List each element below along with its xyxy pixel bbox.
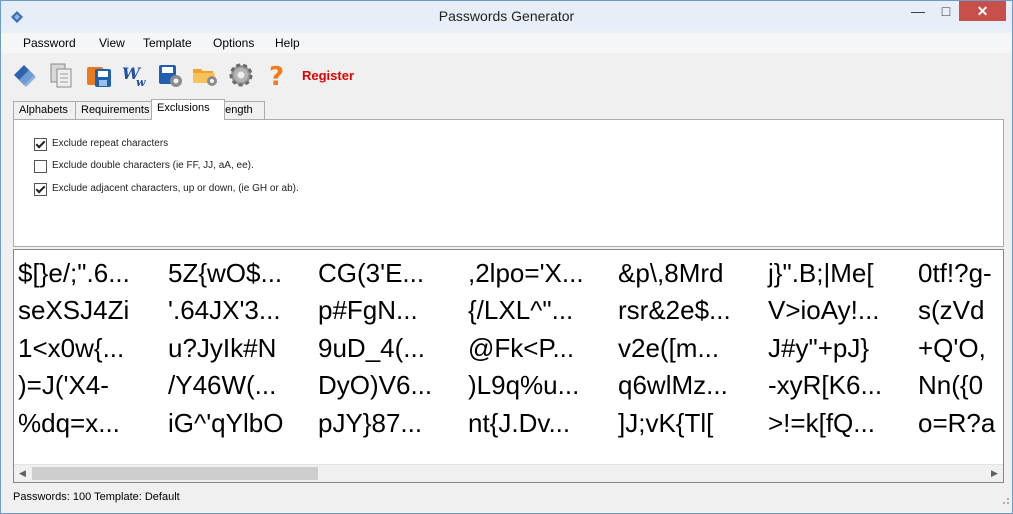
exclude-repeat-checkbox[interactable] — [34, 138, 47, 151]
password-cell: DyO)V6... — [318, 370, 433, 400]
password-cell: {/LXL^"... — [468, 295, 574, 325]
password-cell: 5Z{wO$... — [168, 258, 283, 288]
password-cell: $[}e/;".6... — [18, 258, 130, 288]
status-bar: Passwords: 100 Template: Default — [1, 487, 1012, 507]
password-cell: seXSJ4Zi — [18, 295, 130, 325]
maximize-button[interactable]: □ — [932, 1, 960, 21]
password-cell: rsr&2e$... — [618, 295, 731, 325]
toolbar: W w ? — [1, 55, 1012, 95]
exclude-repeat-label: Exclude repeat characters — [52, 138, 169, 149]
password-cell: @Fk<P... — [468, 333, 575, 363]
password-cell: %dq=x... — [18, 408, 120, 438]
save-icon[interactable] — [85, 61, 113, 89]
exclude-adjacent-label: Exclude adjacent characters, up or down,… — [52, 183, 299, 194]
tab-alphabets[interactable]: Alphabets — [13, 101, 77, 119]
password-cell: p#FgN... — [318, 295, 418, 325]
password-cell: CG(3'E... — [318, 258, 425, 288]
password-cell: 1<x0w{... — [18, 333, 125, 363]
password-cell: v2e([m... — [618, 333, 720, 363]
window-title: Passwords Generator — [438, 8, 575, 24]
password-cell: -xyR[K6... — [768, 370, 883, 400]
password-cell: V>ioAy!... — [768, 295, 880, 325]
menu-password[interactable]: Password — [23, 36, 76, 50]
scroll-right-icon[interactable]: ▶ — [986, 465, 1003, 482]
password-cell: )L9q%u... — [468, 370, 580, 400]
settings-save-icon[interactable] — [156, 61, 184, 89]
password-cell: u?JyIk#N — [168, 333, 277, 363]
password-cell: )=J('X4- — [18, 370, 109, 400]
password-cell: >!=k[fQ... — [768, 408, 875, 438]
svg-text:?: ? — [269, 62, 284, 89]
password-cell: o=R?a — [918, 408, 996, 438]
password-cell: Nn({0 — [918, 370, 984, 400]
resize-grip-icon[interactable] — [998, 493, 1010, 505]
folder-settings-icon[interactable] — [191, 61, 219, 89]
svg-text:w: w — [136, 76, 146, 89]
menu-bar: Password View Template Options Help — [1, 33, 1012, 53]
gear-icon[interactable] — [227, 61, 255, 89]
close-button[interactable]: ✕ — [959, 1, 1006, 21]
exclusions-panel: Exclude repeat characters Exclude double… — [13, 119, 1004, 247]
password-output[interactable]: $[}e/;".6... 5Z{wO$... CG(3'E... ,2lpo='X..… — [13, 249, 1004, 483]
register-link[interactable]: Register — [302, 68, 354, 83]
password-cell: J#y"+pJ} — [768, 333, 870, 363]
exclude-adjacent-checkbox[interactable] — [34, 183, 47, 196]
password-cell: q6wlMz... — [618, 370, 728, 400]
tab-requirements[interactable]: Requirements — [75, 101, 159, 119]
password-cell: &p\,8Mrd — [618, 258, 724, 288]
horizontal-scrollbar[interactable]: ◀ ▶ — [14, 464, 1003, 482]
password-cell: +Q'O, — [918, 333, 986, 363]
menu-options[interactable]: Options — [213, 36, 254, 50]
copy-icon[interactable] — [47, 61, 75, 89]
scroll-left-icon[interactable]: ◀ — [14, 465, 31, 482]
password-cell: s(zVd — [918, 295, 985, 325]
scroll-thumb[interactable] — [32, 467, 318, 480]
tab-exclusions[interactable]: Exclusions — [151, 99, 225, 120]
password-cell: pJY}87... — [318, 408, 423, 438]
word-icon[interactable]: W w — [121, 61, 149, 89]
menu-view[interactable]: View — [99, 36, 125, 50]
status-text: Passwords: 100 Template: Default — [13, 491, 180, 503]
minimize-button[interactable]: — — [904, 1, 932, 21]
password-cell: iG^'qYlbO — [168, 408, 284, 438]
title-bar: Passwords Generator — □ ✕ — [1, 1, 1012, 31]
password-cell: nt{J.Dv... — [468, 408, 571, 438]
password-cell: ,2lpo='X... — [468, 258, 584, 288]
password-cell: '.64JX'3... — [168, 295, 281, 325]
generate-icon[interactable] — [11, 61, 39, 89]
menu-template[interactable]: Template — [143, 36, 192, 50]
password-cell: /Y46W(... — [168, 370, 277, 400]
password-cell: ]J;vK{Tl[ — [618, 408, 714, 438]
exclude-double-checkbox[interactable] — [34, 160, 47, 173]
menu-help[interactable]: Help — [275, 36, 300, 50]
exclude-double-label: Exclude double characters (ie FF, JJ, aA… — [52, 160, 254, 171]
password-cell: j}".B;|Me[ — [768, 258, 874, 288]
app-window: Passwords Generator — □ ✕ Password View … — [0, 0, 1013, 514]
help-icon[interactable]: ? — [263, 61, 291, 89]
password-cell: 9uD_4(... — [318, 333, 425, 363]
password-cell: 0tf!?g- — [918, 258, 992, 288]
